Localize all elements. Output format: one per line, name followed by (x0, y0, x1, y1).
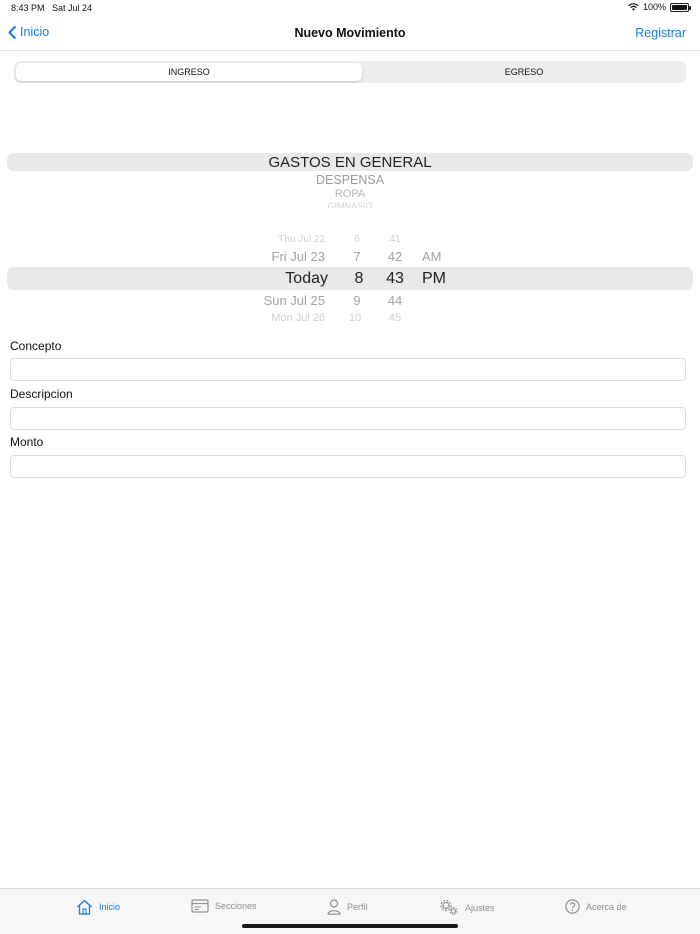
page-title: Nuevo Movimiento (294, 26, 406, 40)
picker-minute[interactable]: 44 (380, 293, 410, 308)
person-icon (327, 899, 341, 915)
monto-field[interactable] (10, 455, 686, 478)
tab-label: Acerca de (586, 901, 627, 912)
category-option[interactable]: GIMNASIO (0, 201, 700, 208)
tab-inicio[interactable]: Inicio (76, 899, 120, 915)
battery-icon (670, 2, 691, 12)
picker-minute[interactable]: 42 (380, 249, 410, 264)
picker-ampm-selected[interactable]: PM (422, 270, 446, 288)
navigation-bar: Inicio Nuevo Movimiento Registrar (0, 18, 700, 51)
status-time: 8:43 PM (11, 3, 45, 13)
picker-day[interactable]: Fri Jul 23 (215, 249, 325, 264)
picker-minute[interactable]: 45 (380, 312, 410, 321)
category-option[interactable]: DESPENSA (0, 173, 700, 187)
tab-acerca-de[interactable]: Acerca de (565, 899, 627, 914)
tab-label: Secciones (215, 901, 257, 911)
tab-secciones[interactable]: Secciones (191, 899, 257, 913)
monto-label: Monto (10, 435, 44, 449)
picker-hour-selected[interactable]: 8 (344, 270, 374, 288)
status-bar: 8:43 PM Sat Jul 24 100% (0, 0, 700, 18)
home-indicator[interactable] (242, 924, 458, 928)
category-option[interactable]: ROPA (0, 188, 700, 200)
segment-ingreso[interactable]: INGRESO (16, 63, 362, 81)
gears-icon (440, 899, 458, 916)
picker-minute-selected[interactable]: 43 (380, 270, 410, 288)
picker-hour[interactable]: 7 (342, 249, 372, 264)
picker-ampm[interactable]: AM (422, 249, 442, 264)
descripcion-label: Descripcion (10, 387, 73, 401)
picker-day-selected[interactable]: Today (215, 270, 328, 288)
status-date: Sat Jul 24 (52, 3, 93, 13)
tab-label: Ajustes (465, 902, 495, 913)
wifi-icon (628, 3, 639, 11)
question-icon (565, 899, 580, 914)
battery-percent: 100% (642, 2, 666, 12)
picker-day[interactable]: Sun Jul 25 (215, 293, 325, 308)
type-segmented-control: INGRESO EGRESO (14, 61, 686, 83)
picker-minute[interactable]: 41 (380, 234, 410, 244)
tab-perfil[interactable]: Perfil (327, 899, 368, 915)
category-option-selected[interactable]: GASTOS EN GENERAL (0, 154, 700, 171)
status-right: 100% (628, 2, 691, 12)
concepto-label: Concepto (10, 339, 62, 353)
tab-label: Perfil (347, 902, 368, 912)
tab-ajustes[interactable]: Ajustes (439, 899, 495, 916)
segment-egreso[interactable]: EGRESO (364, 63, 684, 81)
picker-day[interactable]: Thu Jul 22 (215, 234, 325, 244)
descripcion-field[interactable] (10, 407, 686, 430)
picker-hour[interactable]: 9 (342, 293, 372, 308)
picker-hour[interactable]: 10 (340, 312, 370, 321)
picker-day[interactable]: Mon Jul 26 (215, 312, 325, 321)
tab-label: Inicio (99, 902, 121, 912)
concepto-field[interactable] (10, 358, 686, 381)
card-icon (191, 899, 209, 913)
home-icon (77, 899, 92, 915)
picker-hour[interactable]: 6 (342, 234, 372, 244)
register-button[interactable]: Registrar (635, 26, 686, 40)
